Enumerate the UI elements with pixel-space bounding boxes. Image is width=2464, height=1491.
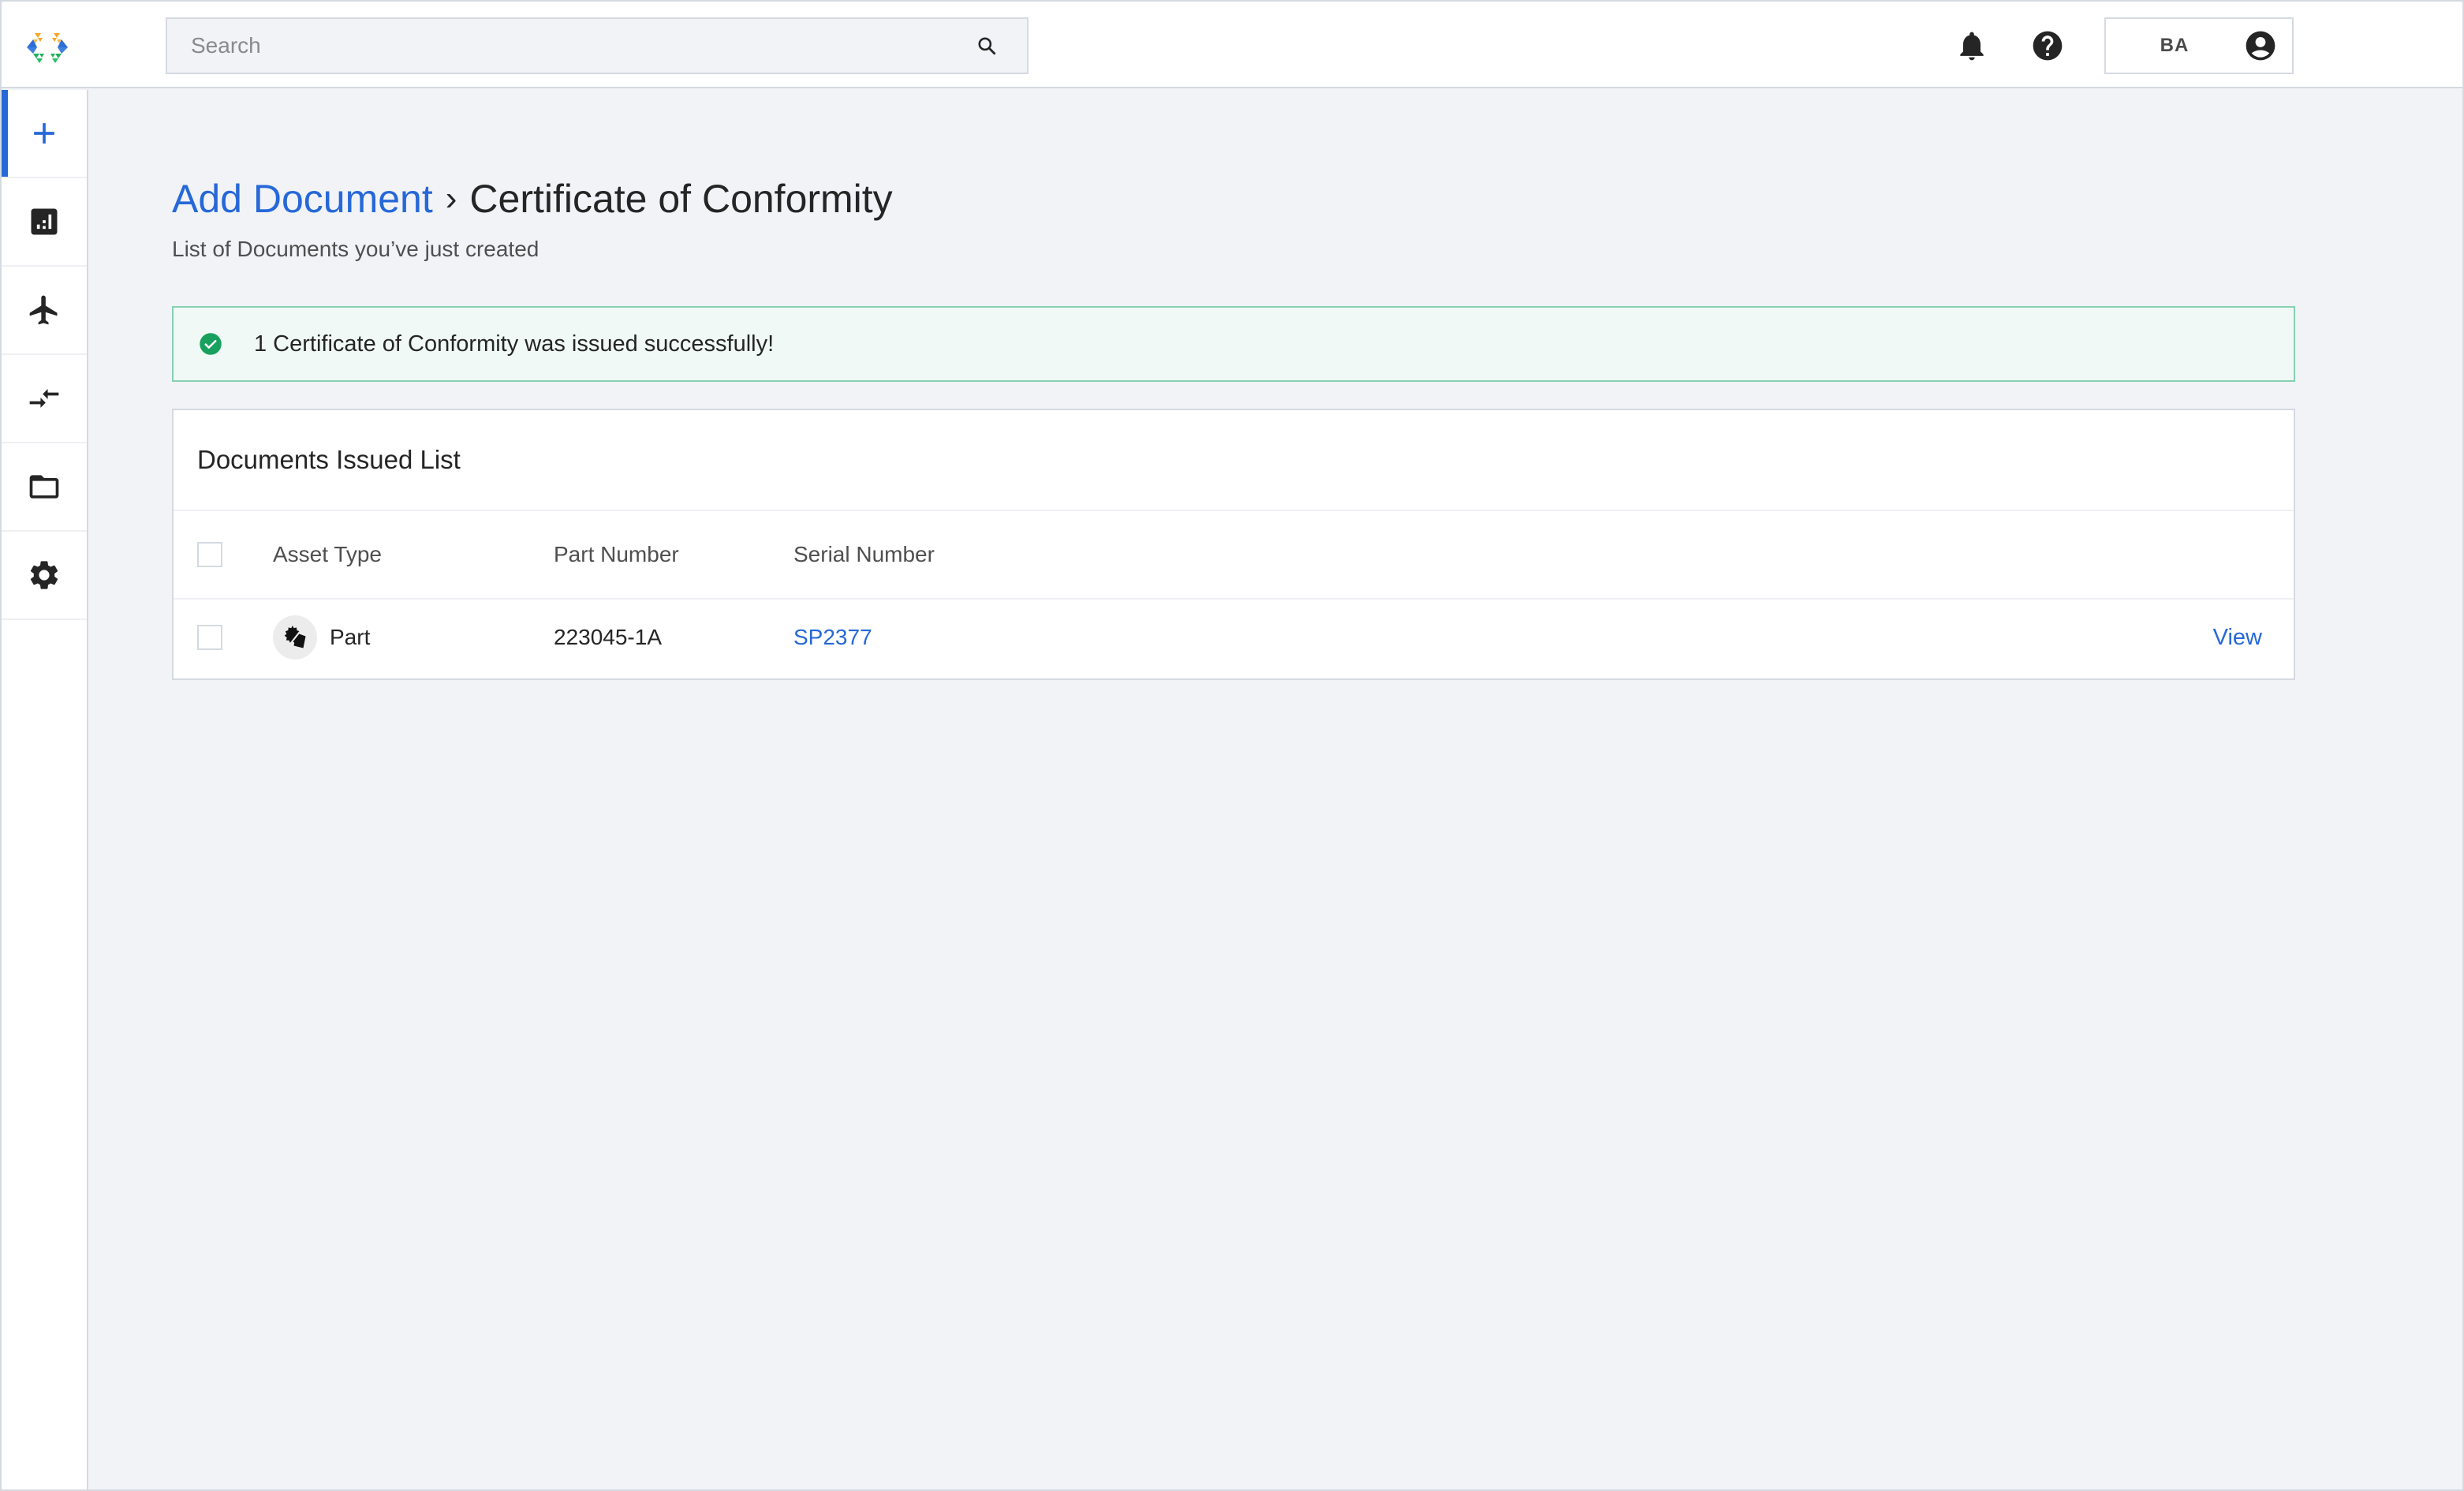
part-number-value: 223045-1A xyxy=(554,625,663,649)
main-content: Add Document › Certificate of Conformity… xyxy=(90,90,2464,1491)
swap-arrows-icon xyxy=(29,389,59,408)
plus-icon xyxy=(34,123,54,144)
help-icon[interactable] xyxy=(2030,28,2065,63)
part-gear-icon xyxy=(273,615,317,660)
row-checkbox[interactable] xyxy=(197,625,222,650)
card-title: Documents Issued List xyxy=(174,410,2294,511)
airplane-icon xyxy=(29,295,58,325)
select-all-checkbox[interactable] xyxy=(197,542,222,567)
hexagon-logo-icon[interactable] xyxy=(27,30,68,65)
documents-issued-card: Documents Issued List Asset Type Part Nu… xyxy=(172,409,2295,680)
account-circle-icon xyxy=(2243,28,2278,63)
bar-chart-icon xyxy=(31,208,58,235)
breadcrumb-add-document-link[interactable]: Add Document xyxy=(172,175,433,222)
column-header-part-number[interactable]: Part Number xyxy=(554,542,679,567)
search-icon[interactable] xyxy=(976,36,997,56)
user-menu-button[interactable]: BA xyxy=(2104,17,2294,74)
success-alert: 1 Certificate of Conformity was issued s… xyxy=(172,306,2295,382)
view-button[interactable]: View xyxy=(2213,625,2262,651)
sidebar-item-aircraft[interactable] xyxy=(2,267,87,355)
search-input[interactable] xyxy=(191,33,976,58)
column-header-asset-type[interactable]: Asset Type xyxy=(273,542,382,567)
page-subtitle: List of Documents you’ve just created xyxy=(172,237,539,261)
sidebar-item-reports[interactable] xyxy=(2,178,87,267)
asset-type-value: Part xyxy=(330,625,371,649)
folder-icon xyxy=(29,475,59,499)
sidebar-item-add[interactable] xyxy=(2,90,87,178)
sidebar-item-documents[interactable] xyxy=(2,443,87,532)
asset-type-cell: Part xyxy=(273,615,370,660)
gear-icon xyxy=(30,561,58,589)
check-circle-icon xyxy=(199,332,222,356)
sidebar-nav xyxy=(2,90,88,1489)
table-header: Asset Type Part Number Serial Number xyxy=(174,511,2294,600)
sidebar-item-transfers[interactable] xyxy=(2,355,87,443)
breadcrumb: Add Document › Certificate of Conformity xyxy=(172,175,893,222)
table-row: Part 223045-1A SP2377 View xyxy=(174,600,2294,675)
alert-message: 1 Certificate of Conformity was issued s… xyxy=(254,331,775,357)
serial-number-link[interactable]: SP2377 xyxy=(793,625,872,650)
column-header-serial-number[interactable]: Serial Number xyxy=(793,542,935,567)
breadcrumb-separator: › xyxy=(445,179,457,218)
sidebar-item-settings[interactable] xyxy=(2,532,87,620)
top-bar: BA xyxy=(2,2,2462,88)
search-bar xyxy=(166,17,1029,74)
bell-icon[interactable] xyxy=(1954,28,1989,63)
page-title: Certificate of Conformity xyxy=(469,177,893,221)
user-initials: BA xyxy=(2160,35,2190,56)
